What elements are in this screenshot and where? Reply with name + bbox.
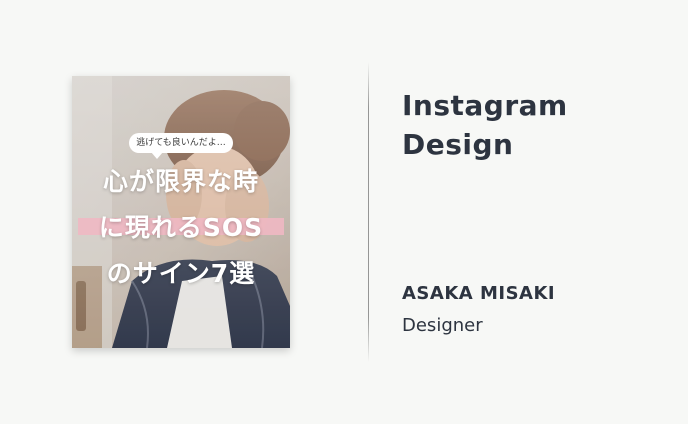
headline-line-2-wrapper: に現れるSOS xyxy=(72,208,290,244)
project-title: Instagram Design xyxy=(402,86,652,164)
headline-line-3: のサイン7選 xyxy=(106,259,256,288)
speech-bubble: 逃げても良いんだよ… xyxy=(129,133,233,159)
instagram-post-preview: 逃げても良いんだよ… 心が限界な時 に現れるSOS のサイン7選 xyxy=(72,76,290,348)
title-line-1: Instagram xyxy=(402,89,568,122)
headline-line-1: 心が限界な時 xyxy=(102,167,259,196)
designer-role: Designer xyxy=(402,315,483,336)
title-line-2: Design xyxy=(402,128,514,161)
headline-line-2: に現れるSOS xyxy=(98,213,264,242)
vertical-divider xyxy=(368,62,369,362)
designer-name: ASAKA MISAKI xyxy=(402,283,556,304)
